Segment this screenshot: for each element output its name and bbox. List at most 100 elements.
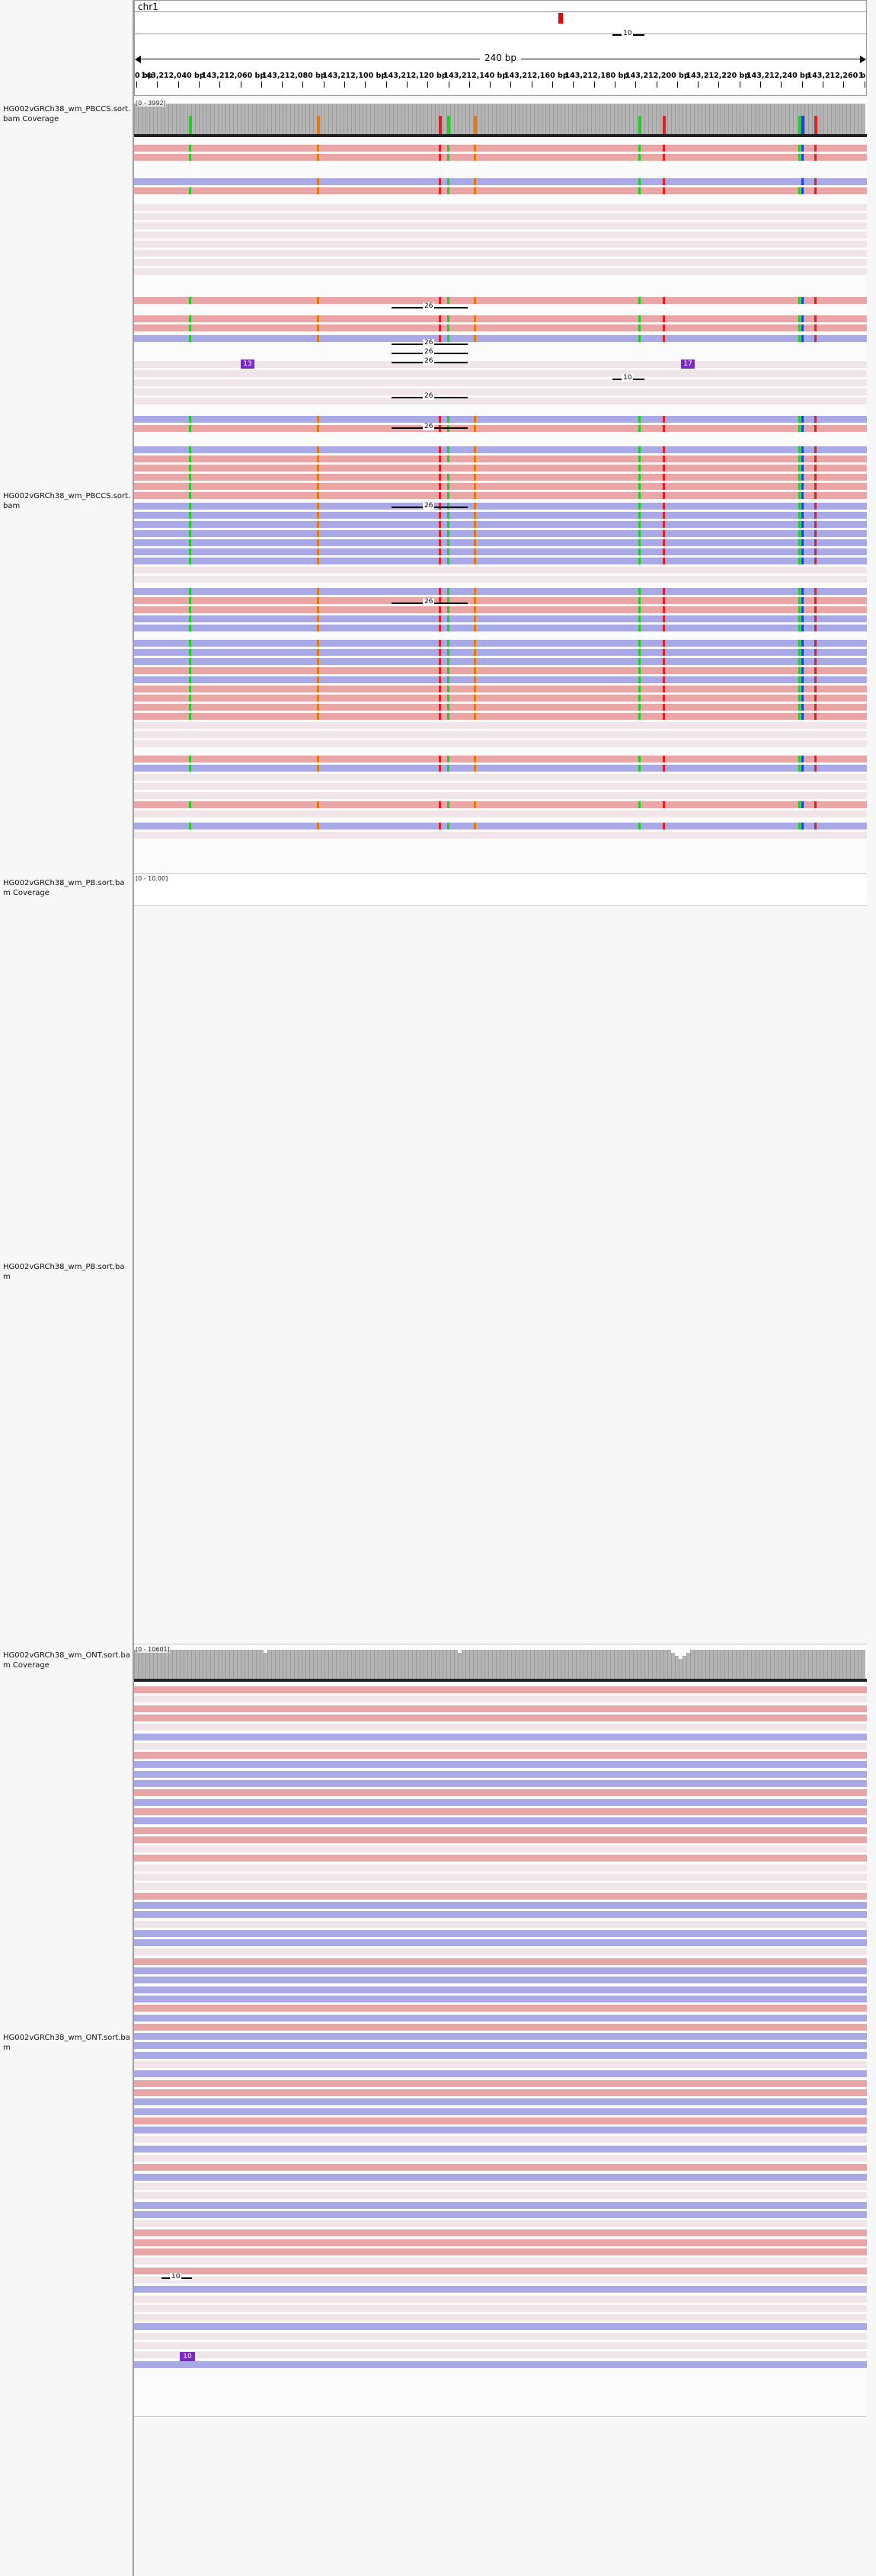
aligned-read[interactable]: [134, 503, 867, 510]
aligned-read[interactable]: [134, 2033, 867, 2041]
aligned-read[interactable]: [134, 145, 867, 152]
aligned-read[interactable]: [134, 250, 867, 257]
aligned-read[interactable]: [134, 1874, 867, 1881]
aligned-read[interactable]: [134, 625, 867, 631]
aligned-read[interactable]: [134, 1761, 867, 1769]
aligned-read[interactable]: [134, 615, 867, 622]
chromosome-ideogram[interactable]: [135, 11, 866, 34]
aligned-read[interactable]: [134, 1742, 867, 1750]
aligned-read[interactable]: [134, 2304, 867, 2312]
aligned-read[interactable]: [134, 2192, 867, 2200]
aligned-read[interactable]: [134, 204, 867, 211]
aligned-read[interactable]: [134, 722, 867, 729]
pbccs-alignment-track[interactable]: 13 17 10 26 26 26 26 10 26 26 26 26: [134, 30, 867, 873]
aligned-read[interactable]: [134, 558, 867, 564]
track-name-pb[interactable]: HG002vGRCh38_wm_PB.sort.bam: [3, 1262, 131, 1282]
aligned-read[interactable]: [134, 2201, 867, 2209]
aligned-read[interactable]: [134, 324, 867, 331]
aligned-read[interactable]: [134, 178, 867, 185]
aligned-read[interactable]: [134, 686, 867, 692]
aligned-read[interactable]: [134, 713, 867, 720]
ont-coverage-track[interactable]: [0 - 10601]: [134, 1645, 867, 1680]
aligned-read[interactable]: [134, 810, 867, 817]
aligned-read[interactable]: [134, 1948, 867, 1956]
aligned-read[interactable]: [134, 2042, 867, 2050]
aligned-read[interactable]: [134, 2276, 867, 2284]
aligned-read[interactable]: [134, 2079, 867, 2087]
aligned-read[interactable]: [134, 1855, 867, 1862]
aligned-read[interactable]: [134, 2061, 867, 2068]
aligned-read[interactable]: [134, 597, 867, 604]
aligned-read[interactable]: [134, 2210, 867, 2218]
aligned-read[interactable]: [134, 2258, 867, 2265]
aligned-read[interactable]: [134, 2023, 867, 2031]
aligned-read[interactable]: [134, 187, 867, 194]
aligned-read[interactable]: [134, 1883, 867, 1890]
aligned-read[interactable]: [134, 731, 867, 738]
aligned-read[interactable]: [134, 2342, 867, 2349]
aligned-read[interactable]: [134, 1836, 867, 1843]
aligned-read[interactable]: [134, 2117, 867, 2124]
aligned-read[interactable]: [134, 474, 867, 481]
aligned-read[interactable]: [134, 2127, 867, 2134]
aligned-read[interactable]: [134, 1995, 867, 2002]
aligned-read[interactable]: [134, 446, 867, 453]
aligned-read[interactable]: [134, 588, 867, 595]
aligned-read[interactable]: [134, 1798, 867, 1806]
aligned-read[interactable]: [134, 1846, 867, 1853]
track-name-pbccs[interactable]: HG002vGRCh38_wm_PBCCS.sort.bam: [3, 491, 131, 511]
aligned-read[interactable]: [134, 1724, 867, 1731]
aligned-read[interactable]: [134, 492, 867, 499]
aligned-read[interactable]: [134, 774, 867, 781]
aligned-read[interactable]: [134, 425, 867, 432]
aligned-read[interactable]: [134, 801, 867, 808]
pb-coverage-track[interactable]: [0 - 10.00]: [134, 874, 867, 905]
aligned-read[interactable]: [134, 1958, 867, 1965]
ont-alignment-track[interactable]: 10 10: [134, 1683, 867, 2416]
aligned-read[interactable]: [134, 213, 867, 220]
aligned-read[interactable]: [134, 154, 867, 161]
aligned-read[interactable]: [134, 1817, 867, 1825]
aligned-read[interactable]: [134, 2145, 867, 2153]
aligned-read[interactable]: [134, 1920, 867, 1928]
aligned-read[interactable]: [134, 241, 867, 248]
aligned-read[interactable]: [134, 1807, 867, 1815]
aligned-read[interactable]: [134, 576, 867, 583]
aligned-read[interactable]: [134, 521, 867, 528]
aligned-read[interactable]: [134, 567, 867, 574]
aligned-read[interactable]: [134, 2267, 867, 2274]
aligned-read[interactable]: [134, 2070, 867, 2078]
aligned-read[interactable]: [134, 2164, 867, 2172]
insertion-marker[interactable]: 17: [681, 360, 695, 369]
aligned-read[interactable]: [134, 465, 867, 471]
aligned-read[interactable]: [134, 792, 867, 799]
aligned-read[interactable]: [134, 2323, 867, 2331]
aligned-read[interactable]: [134, 483, 867, 490]
aligned-read[interactable]: [134, 783, 867, 790]
pbccs-coverage-track[interactable]: [0 - 3992]: [134, 99, 867, 134]
aligned-read[interactable]: [134, 2360, 867, 2368]
aligned-read[interactable]: [134, 2239, 867, 2246]
aligned-read[interactable]: [134, 2014, 867, 2021]
aligned-read[interactable]: [134, 2155, 867, 2162]
aligned-read[interactable]: [134, 2005, 867, 2012]
aligned-read[interactable]: [134, 2248, 867, 2255]
aligned-read[interactable]: [134, 222, 867, 229]
aligned-read[interactable]: [134, 2295, 867, 2303]
aligned-read[interactable]: [134, 539, 867, 546]
aligned-read[interactable]: [134, 667, 867, 674]
aligned-read[interactable]: [134, 1827, 867, 1834]
aligned-read[interactable]: [134, 658, 867, 665]
aligned-read[interactable]: [134, 2098, 867, 2106]
track-name-pb-coverage[interactable]: HG002vGRCh38_wm_PB.sort.bam Coverage: [3, 878, 131, 898]
aligned-read[interactable]: [134, 512, 867, 519]
aligned-read[interactable]: [134, 2220, 867, 2228]
aligned-read[interactable]: [134, 1714, 867, 1721]
aligned-read[interactable]: [134, 832, 867, 839]
aligned-read[interactable]: [134, 606, 867, 613]
aligned-read[interactable]: [134, 335, 867, 342]
aligned-read[interactable]: [134, 1733, 867, 1740]
aligned-read[interactable]: [134, 740, 867, 747]
aligned-read[interactable]: [134, 232, 867, 238]
aligned-read[interactable]: [134, 1686, 867, 1693]
